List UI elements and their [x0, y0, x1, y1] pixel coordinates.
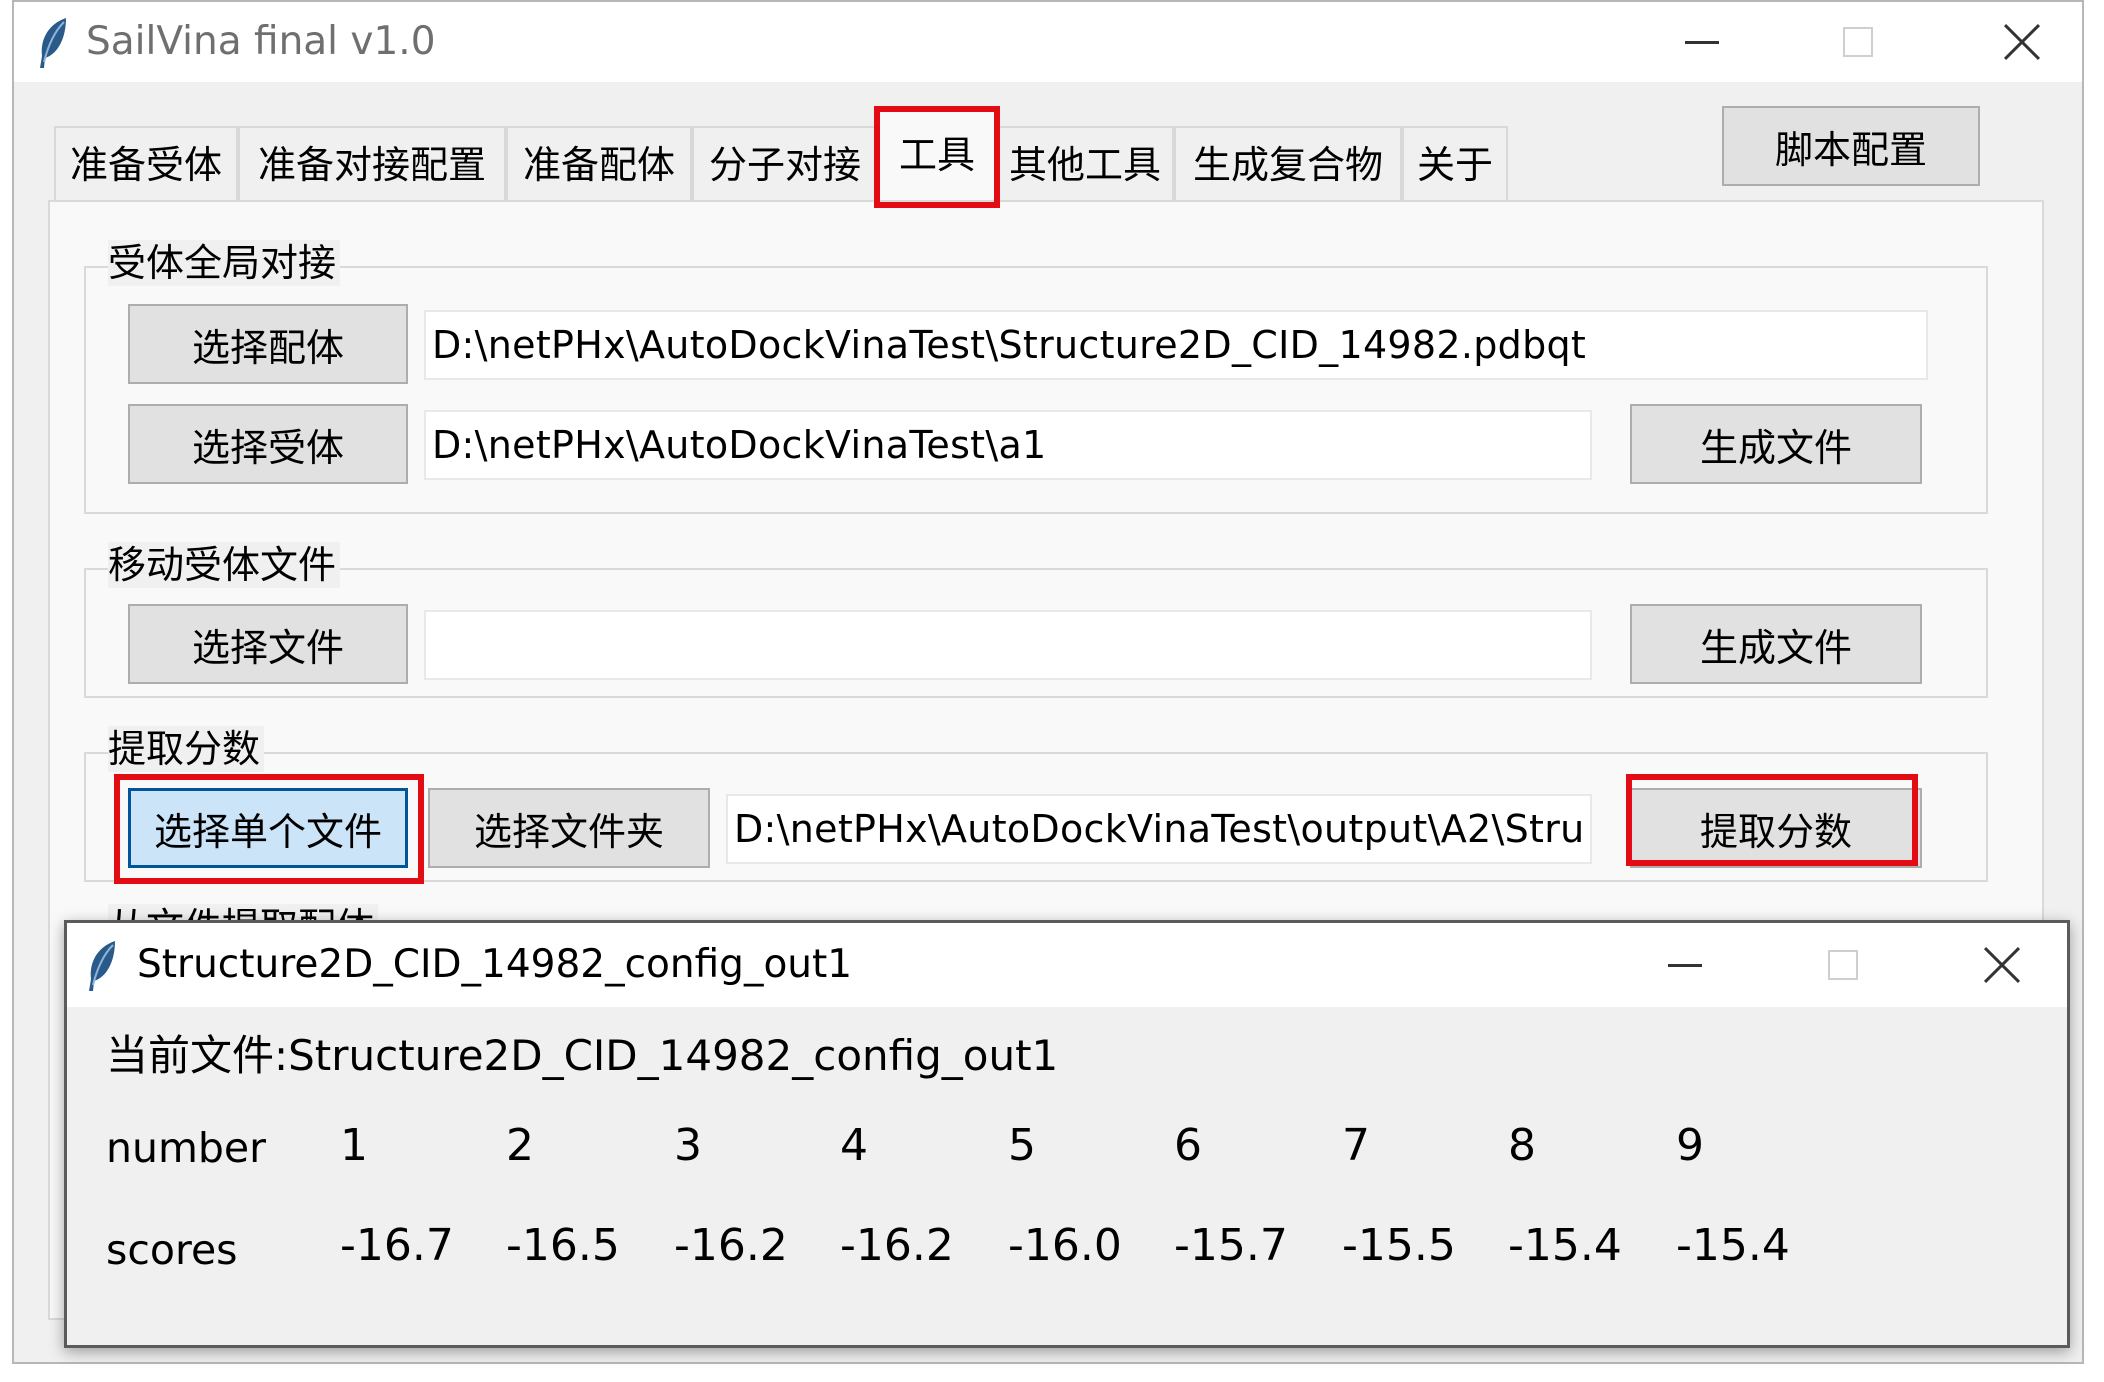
popup-maximize-button[interactable] — [1803, 923, 1883, 1007]
score-cell: -16.0 — [1008, 1220, 1122, 1271]
feather-icon — [40, 18, 66, 68]
feather-icon — [89, 941, 115, 991]
number-cell: 6 — [1174, 1120, 1202, 1171]
score-path-input[interactable]: D:\netPHx\AutoDockVinaTest\output\A2\Str… — [726, 794, 1592, 864]
tab-prepare-ligand[interactable]: 准备配体 — [506, 126, 692, 200]
score-cell: -15.5 — [1342, 1220, 1456, 1271]
tab-generate-complex[interactable]: 生成复合物 — [1174, 126, 1402, 200]
group-title-extract-scores: 提取分数 — [108, 726, 265, 772]
popup-title: Structure2D_CID_14982_config_out1 — [137, 942, 853, 987]
tab-molecular-docking[interactable]: 分子对接 — [692, 126, 878, 200]
tab-about[interactable]: 关于 — [1402, 126, 1508, 200]
score-cell: -16.7 — [340, 1220, 454, 1271]
move-file-path-input[interactable] — [424, 610, 1592, 680]
highlight-tools-tab — [874, 106, 1000, 208]
maximize-button[interactable] — [1818, 2, 1898, 82]
select-receptor-button[interactable]: 选择受体 — [128, 404, 408, 484]
tab-prepare-receptor[interactable]: 准备受体 — [54, 126, 238, 200]
generate-file-button-1[interactable]: 生成文件 — [1630, 404, 1922, 484]
score-cell: -16.2 — [840, 1220, 954, 1271]
window-title: SailVina final v1.0 — [86, 19, 436, 64]
number-cell: 9 — [1676, 1120, 1704, 1171]
select-ligand-button[interactable]: 选择配体 — [128, 304, 408, 384]
score-cell: -15.4 — [1676, 1220, 1790, 1271]
popup-minimize-button[interactable] — [1645, 923, 1725, 1007]
tab-prepare-docking-config[interactable]: 准备对接配置 — [238, 126, 506, 200]
number-cell: 3 — [674, 1120, 702, 1171]
highlight-select-single-file — [114, 774, 424, 884]
minimize-icon — [1685, 40, 1719, 44]
popup-titlebar[interactable]: Structure2D_CID_14982_config_out1 — [67, 923, 2067, 1007]
maximize-icon — [1828, 950, 1858, 980]
score-cell: -16.5 — [506, 1220, 620, 1271]
close-icon — [1984, 947, 2020, 983]
highlight-extract-scores — [1626, 774, 1918, 866]
number-cell: 4 — [840, 1120, 868, 1171]
number-cell: 2 — [506, 1120, 534, 1171]
close-icon — [2004, 24, 2040, 60]
popup-close-button[interactable] — [1957, 923, 2047, 1007]
select-file-button[interactable]: 选择文件 — [128, 604, 408, 684]
close-button[interactable] — [1974, 2, 2070, 82]
number-cell: 1 — [340, 1120, 368, 1171]
number-row-label: number — [106, 1124, 267, 1172]
group-title-move-receptor: 移动受体文件 — [108, 542, 341, 588]
scores-row-label: scores — [106, 1226, 238, 1274]
minimize-button[interactable] — [1662, 2, 1742, 82]
main-titlebar[interactable]: SailVina final v1.0 — [14, 2, 2082, 82]
score-cell: -16.2 — [674, 1220, 788, 1271]
number-cell: 8 — [1508, 1120, 1536, 1171]
tab-other-tools[interactable]: 其他工具 — [996, 126, 1174, 200]
ligand-path-input[interactable]: D:\netPHx\AutoDockVinaTest\Structure2D_C… — [424, 310, 1928, 380]
generate-file-button-2[interactable]: 生成文件 — [1630, 604, 1922, 684]
score-cell: -15.4 — [1508, 1220, 1622, 1271]
group-title-global-docking: 受体全局对接 — [108, 240, 341, 286]
maximize-icon — [1843, 27, 1873, 57]
minimize-icon — [1668, 963, 1702, 967]
number-cell: 7 — [1342, 1120, 1370, 1171]
current-file-label: 当前文件:Structure2D_CID_14982_config_out1 — [106, 1031, 1059, 1080]
number-cell: 5 — [1008, 1120, 1036, 1171]
select-folder-button[interactable]: 选择文件夹 — [428, 788, 710, 868]
score-cell: -15.7 — [1174, 1220, 1288, 1271]
receptor-path-input[interactable]: D:\netPHx\AutoDockVinaTest\a1 — [424, 410, 1592, 480]
script-config-button[interactable]: 脚本配置 — [1722, 106, 1980, 186]
